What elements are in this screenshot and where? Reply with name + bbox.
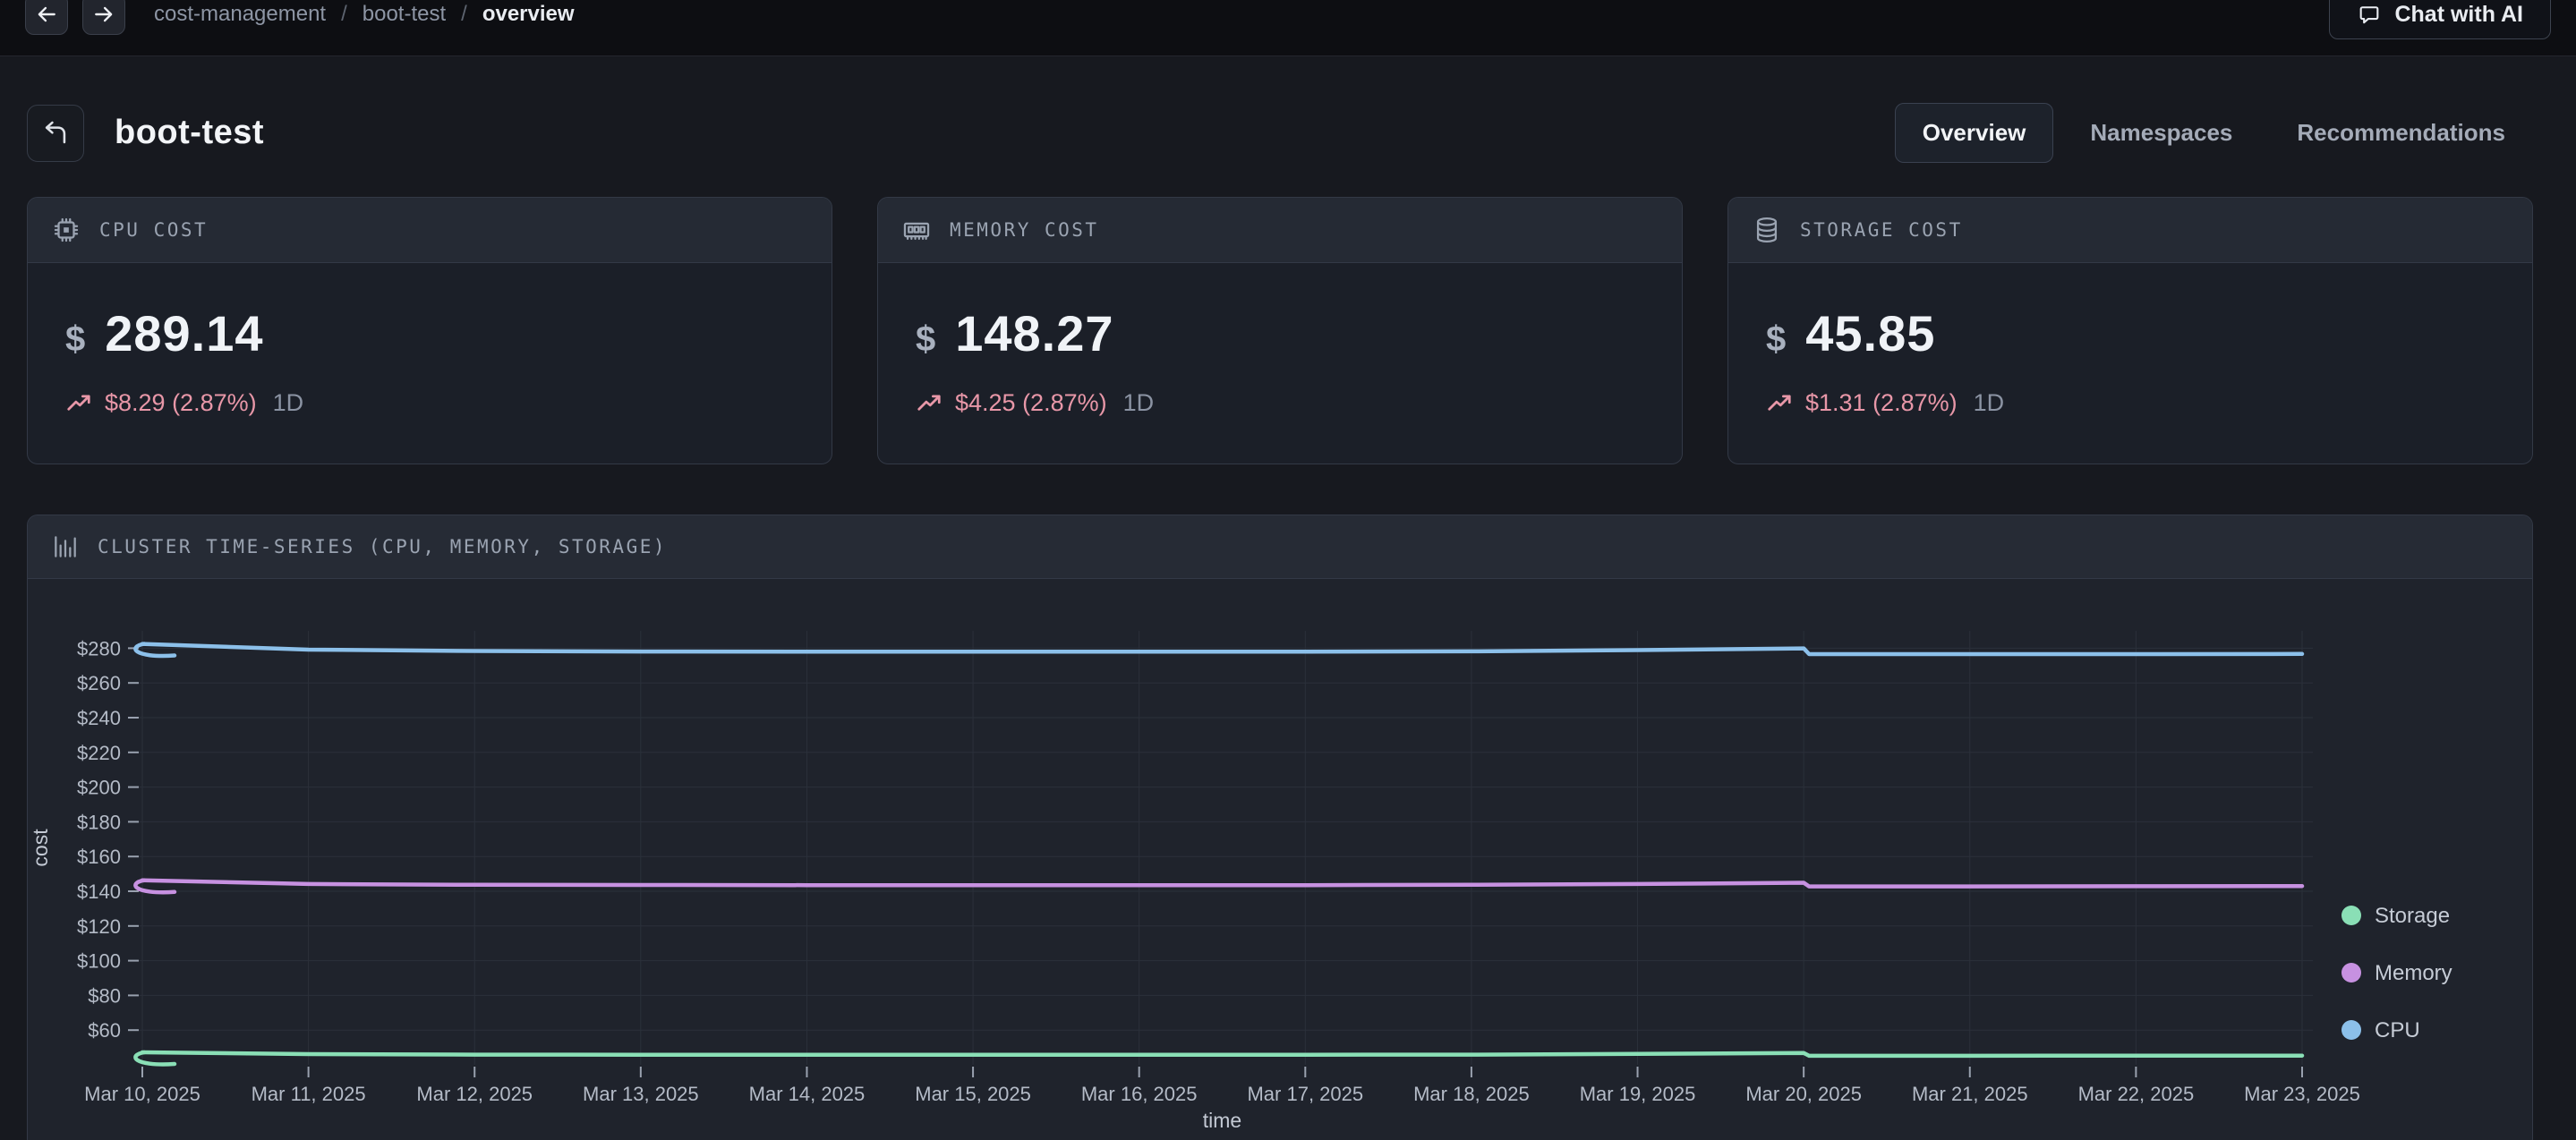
svg-text:$100: $100 <box>77 950 121 973</box>
svg-text:$160: $160 <box>77 846 121 868</box>
memory-cost-card-header: MEMORY COST <box>878 198 1682 263</box>
svg-text:CPU: CPU <box>2375 1018 2420 1042</box>
storage-icon <box>1752 215 1782 245</box>
cpu-chip-icon <box>51 215 81 245</box>
svg-text:cost: cost <box>29 829 52 867</box>
cpu-cost-value: 289.14 <box>105 304 263 362</box>
page-header: boot-test Overview Namespaces Recommenda… <box>27 103 2533 163</box>
svg-text:time: time <box>1203 1109 1241 1132</box>
svg-text:Mar 10, 2025: Mar 10, 2025 <box>84 1083 200 1105</box>
svg-text:Mar 15, 2025: Mar 15, 2025 <box>915 1083 1031 1105</box>
tab-overview[interactable]: Overview <box>1895 103 2054 163</box>
breadcrumb-separator: / <box>341 2 347 27</box>
tabs: Overview Namespaces Recommendations <box>1895 103 2533 163</box>
currency-symbol: $ <box>916 319 935 360</box>
cpu-cost-card: CPU COST $ 289.14 $8.29 (2.87%) 1D <box>27 197 832 464</box>
chat-with-ai-label: Chat with AI <box>2394 2 2523 28</box>
cpu-cost-card-body: $ 289.14 $8.29 (2.87%) 1D <box>28 263 832 464</box>
svg-text:Storage: Storage <box>2375 904 2450 928</box>
memory-cost-card-body: $ 148.27 $4.25 (2.87%) 1D <box>878 263 1682 464</box>
storage-cost-delta: $1.31 (2.87%) <box>1805 389 1958 417</box>
svg-text:$140: $140 <box>77 881 121 903</box>
svg-text:$240: $240 <box>77 707 121 729</box>
cpu-cost-card-title: CPU COST <box>99 219 208 241</box>
trending-up-icon <box>65 390 92 417</box>
cpu-cost-period: 1D <box>273 389 304 417</box>
svg-text:Mar 20, 2025: Mar 20, 2025 <box>1745 1083 1862 1105</box>
page-title: boot-test <box>115 114 264 152</box>
svg-text:Mar 16, 2025: Mar 16, 2025 <box>1081 1083 1198 1105</box>
svg-text:$120: $120 <box>77 915 121 938</box>
breadcrumb-separator: / <box>461 2 467 27</box>
cluster-timeseries-panel: CLUSTER TIME-SERIES (CPU, MEMORY, STORAG… <box>27 515 2533 1140</box>
storage-cost-card-header: STORAGE COST <box>1728 198 2532 263</box>
storage-cost-card: STORAGE COST $ 45.85 $1.31 (2.87%) 1D <box>1727 197 2533 464</box>
back-button[interactable] <box>27 105 84 162</box>
svg-text:Mar 14, 2025: Mar 14, 2025 <box>749 1083 866 1105</box>
history-forward-button[interactable] <box>82 0 125 35</box>
tab-namespaces[interactable]: Namespaces <box>2062 103 2260 163</box>
legend-item-cpu[interactable]: CPU <box>2341 1018 2420 1042</box>
svg-text:Mar 12, 2025: Mar 12, 2025 <box>416 1083 533 1105</box>
svg-text:$280: $280 <box>77 637 121 659</box>
memory-cost-period: 1D <box>1123 389 1155 417</box>
legend-item-storage[interactable]: Storage <box>2341 904 2450 928</box>
svg-text:Mar 17, 2025: Mar 17, 2025 <box>1247 1083 1363 1105</box>
return-arrow-icon <box>40 118 71 149</box>
chart-panel-header: CLUSTER TIME-SERIES (CPU, MEMORY, STORAG… <box>28 515 2532 579</box>
svg-text:$60: $60 <box>88 1019 121 1042</box>
memory-cost-card: MEMORY COST $ 148.27 $4.25 (2.87%) 1D <box>877 197 1683 464</box>
svg-text:Mar 22, 2025: Mar 22, 2025 <box>2078 1083 2195 1105</box>
currency-symbol: $ <box>65 319 85 360</box>
arrow-right-icon <box>92 3 115 26</box>
cpu-cost-delta: $8.29 (2.87%) <box>105 389 257 417</box>
topbar: cost-management / boot-test / overview C… <box>0 0 2576 56</box>
stat-cards-row: CPU COST $ 289.14 $8.29 (2.87%) 1D <box>27 197 2533 464</box>
svg-text:Mar 21, 2025: Mar 21, 2025 <box>1912 1083 2028 1105</box>
chart-panel-title: CLUSTER TIME-SERIES (CPU, MEMORY, STORAG… <box>98 536 667 557</box>
currency-symbol: $ <box>1766 319 1786 360</box>
chat-bubble-icon <box>2357 3 2382 28</box>
memory-icon <box>901 215 932 245</box>
breadcrumb-item-overview: overview <box>482 2 575 27</box>
svg-text:$220: $220 <box>77 742 121 764</box>
svg-text:$180: $180 <box>77 811 121 833</box>
svg-text:Mar 19, 2025: Mar 19, 2025 <box>1580 1083 1696 1105</box>
svg-text:$260: $260 <box>77 672 121 694</box>
storage-cost-card-title: STORAGE COST <box>1800 219 1963 241</box>
bar-chart-icon <box>51 532 80 561</box>
svg-text:Mar 18, 2025: Mar 18, 2025 <box>1413 1083 1530 1105</box>
history-back-button[interactable] <box>25 0 68 35</box>
memory-cost-card-title: MEMORY COST <box>950 219 1099 241</box>
svg-text:$80: $80 <box>88 984 121 1007</box>
storage-cost-card-body: $ 45.85 $1.31 (2.87%) 1D <box>1728 263 2532 464</box>
svg-text:Mar 11, 2025: Mar 11, 2025 <box>252 1083 366 1105</box>
breadcrumb: cost-management / boot-test / overview <box>154 2 575 27</box>
memory-cost-value: 148.27 <box>955 304 1113 362</box>
trending-up-icon <box>916 390 943 417</box>
trending-up-icon <box>1766 390 1793 417</box>
svg-text:Mar 23, 2025: Mar 23, 2025 <box>2244 1083 2360 1105</box>
cpu-cost-card-header: CPU COST <box>28 198 832 263</box>
cluster-timeseries-chart: $60 $80 $100 $120 $140 $160 $180 $200 $220 $240 $2… <box>28 579 2532 1140</box>
svg-text:Memory: Memory <box>2375 961 2452 985</box>
svg-text:Mar 13, 2025: Mar 13, 2025 <box>583 1083 699 1105</box>
memory-cost-delta: $4.25 (2.87%) <box>955 389 1107 417</box>
breadcrumb-item-cost-management[interactable]: cost-management <box>154 2 326 27</box>
tab-recommendations[interactable]: Recommendations <box>2269 103 2533 163</box>
svg-text:$200: $200 <box>77 777 121 799</box>
breadcrumb-item-boot-test[interactable]: boot-test <box>363 2 446 27</box>
chat-with-ai-button[interactable]: Chat with AI <box>2329 0 2551 39</box>
storage-cost-period: 1D <box>1974 389 2005 417</box>
arrow-left-icon <box>35 3 58 26</box>
storage-cost-value: 45.85 <box>1805 304 1935 362</box>
legend-item-memory[interactable]: Memory <box>2341 961 2452 985</box>
